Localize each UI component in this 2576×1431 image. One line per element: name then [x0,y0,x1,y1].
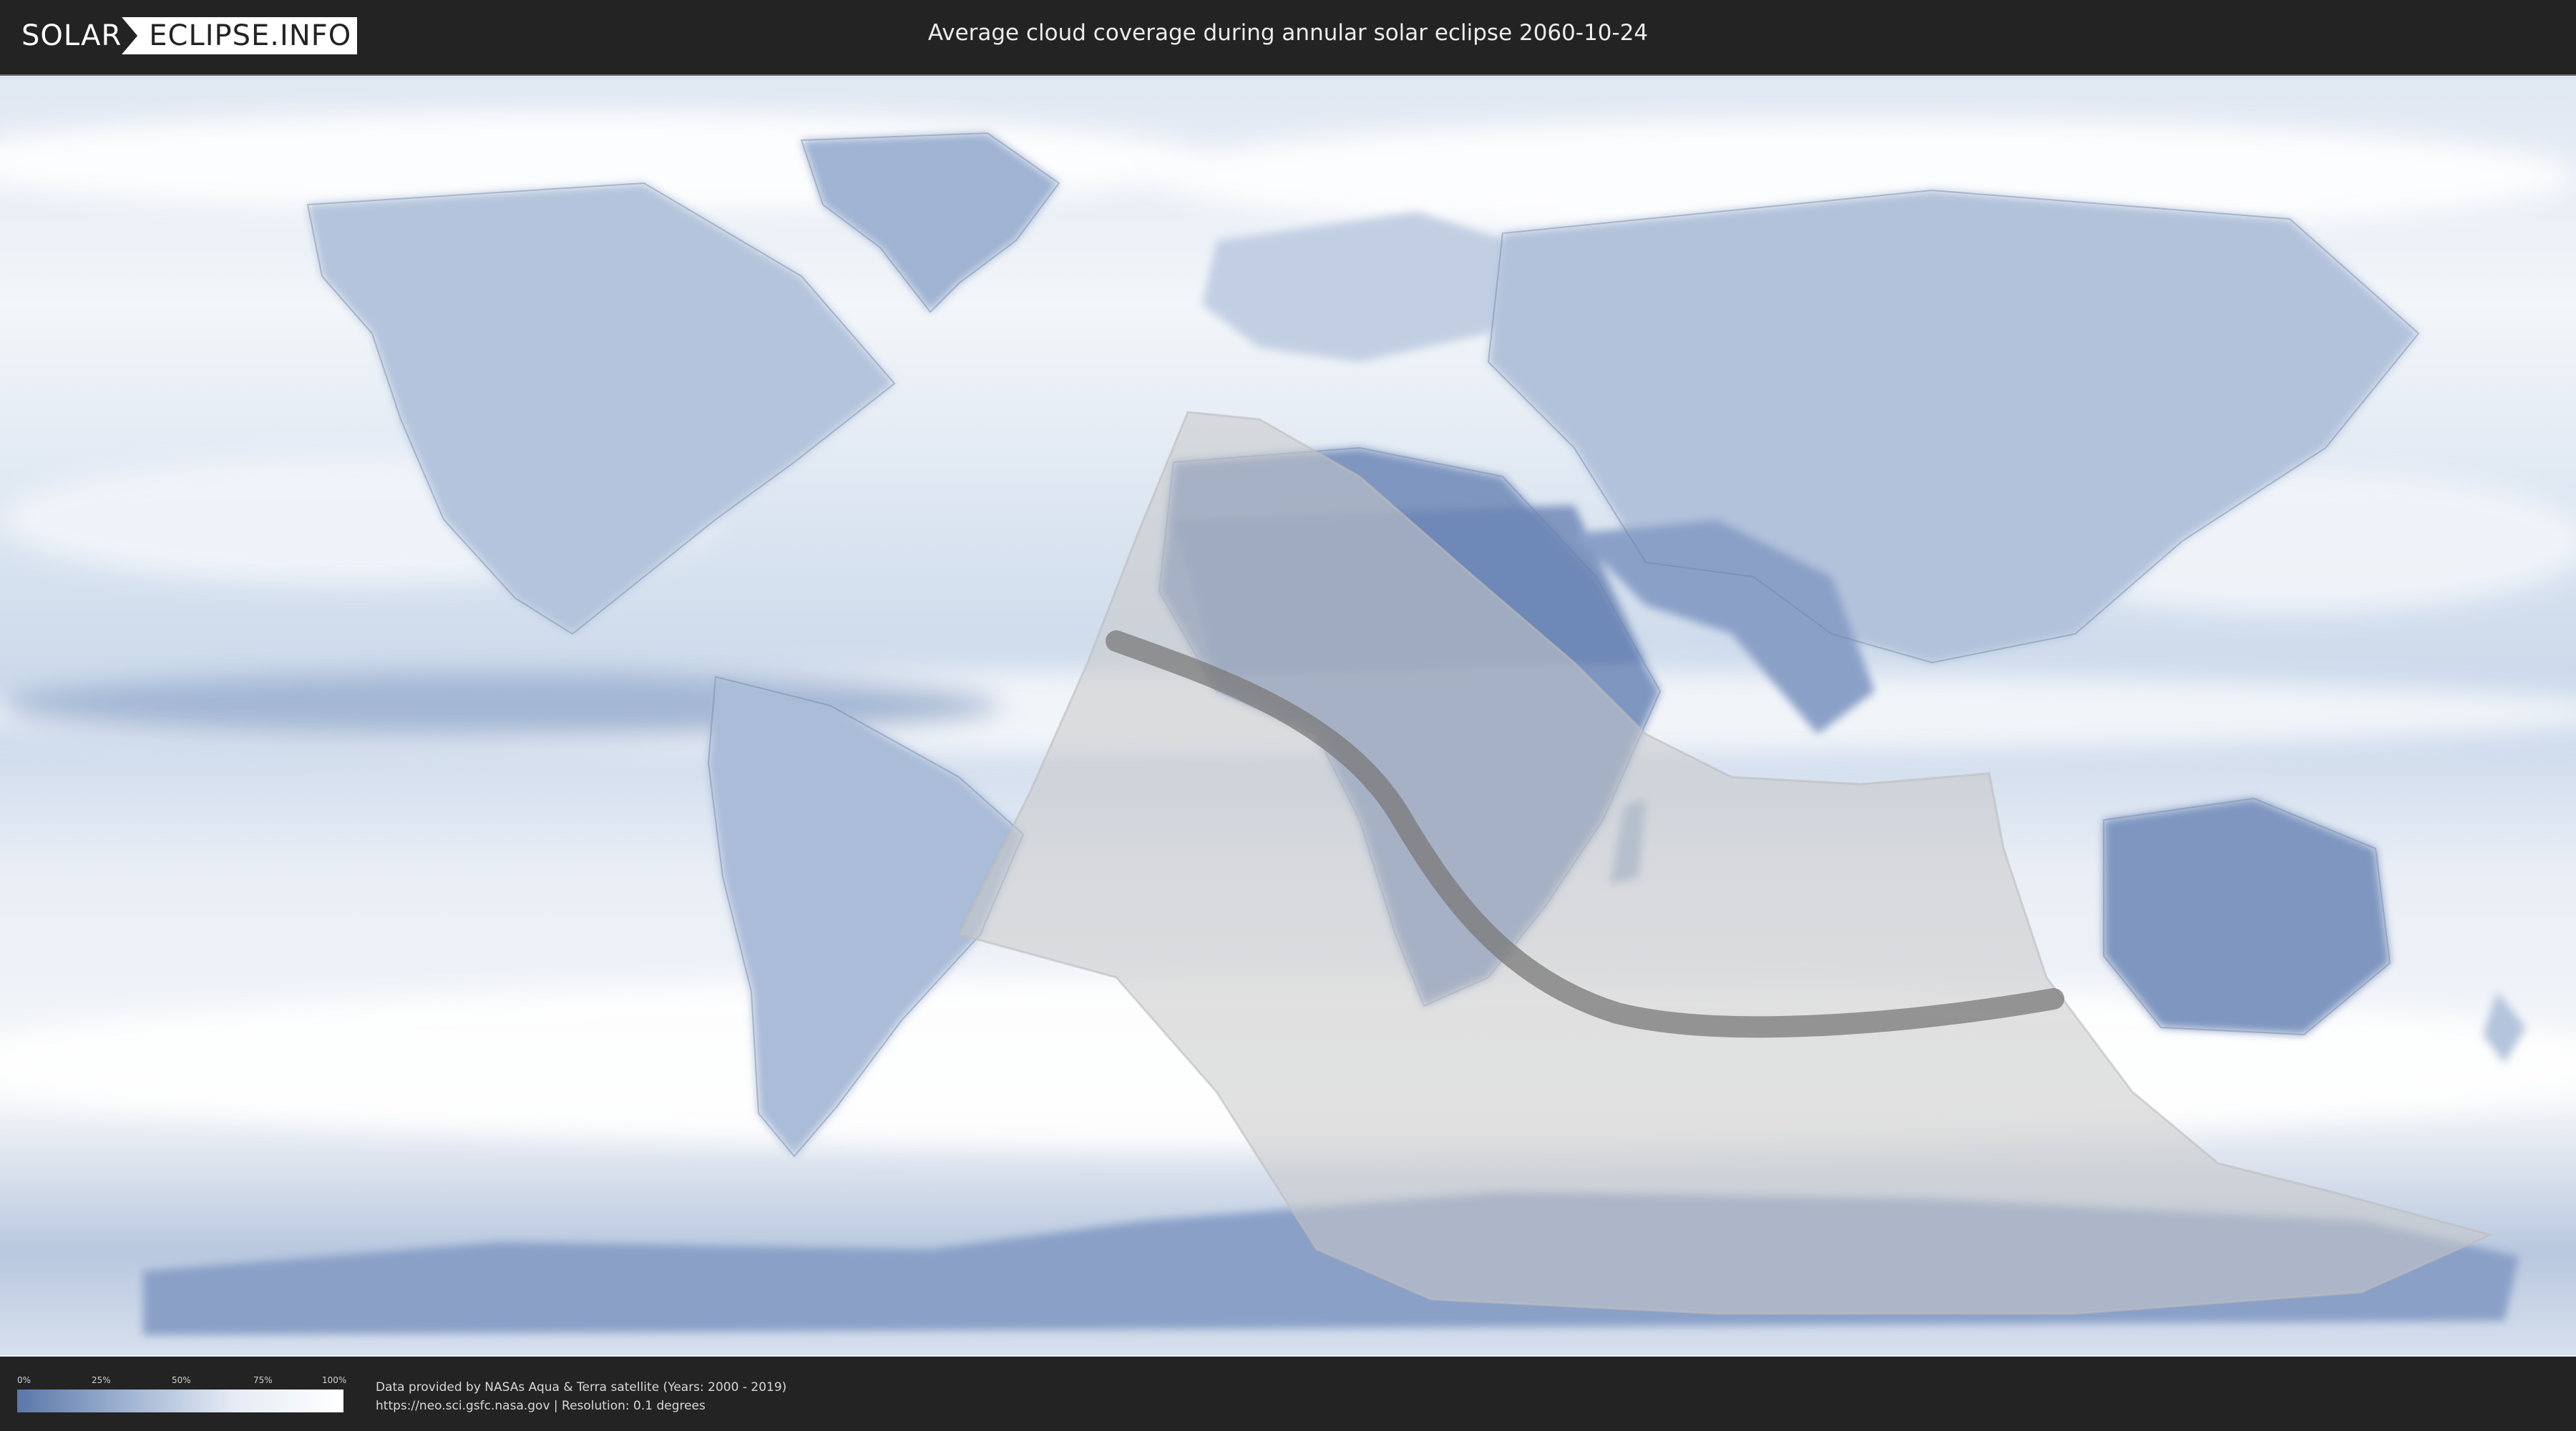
legend-tick-25: 25% [92,1375,111,1385]
page-title: Average cloud coverage during annular so… [927,20,1649,46]
legend-tick-0: 0% [17,1375,31,1385]
legend-tick-100: 100% [322,1375,347,1385]
credit-line-2[interactable]: https://neo.sci.gsfc.nasa.gov | Resoluti… [376,1397,786,1415]
cloud-coverage-map[interactable] [0,74,2576,1357]
legend-tick-labels: 0% 25% 50% 75% 100% [17,1375,347,1387]
header-bar: SOLAR ECLIPSE.INFO Average cloud coverag… [0,0,2576,72]
data-credits: Data provided by NASAs Aqua & Terra sate… [376,1378,786,1415]
cloud-coverage-legend-bar [17,1390,343,1412]
credit-line-1: Data provided by NASAs Aqua & Terra sate… [376,1380,787,1395]
legend-tick-75: 75% [253,1375,273,1385]
legend-tick-50: 50% [172,1375,191,1385]
